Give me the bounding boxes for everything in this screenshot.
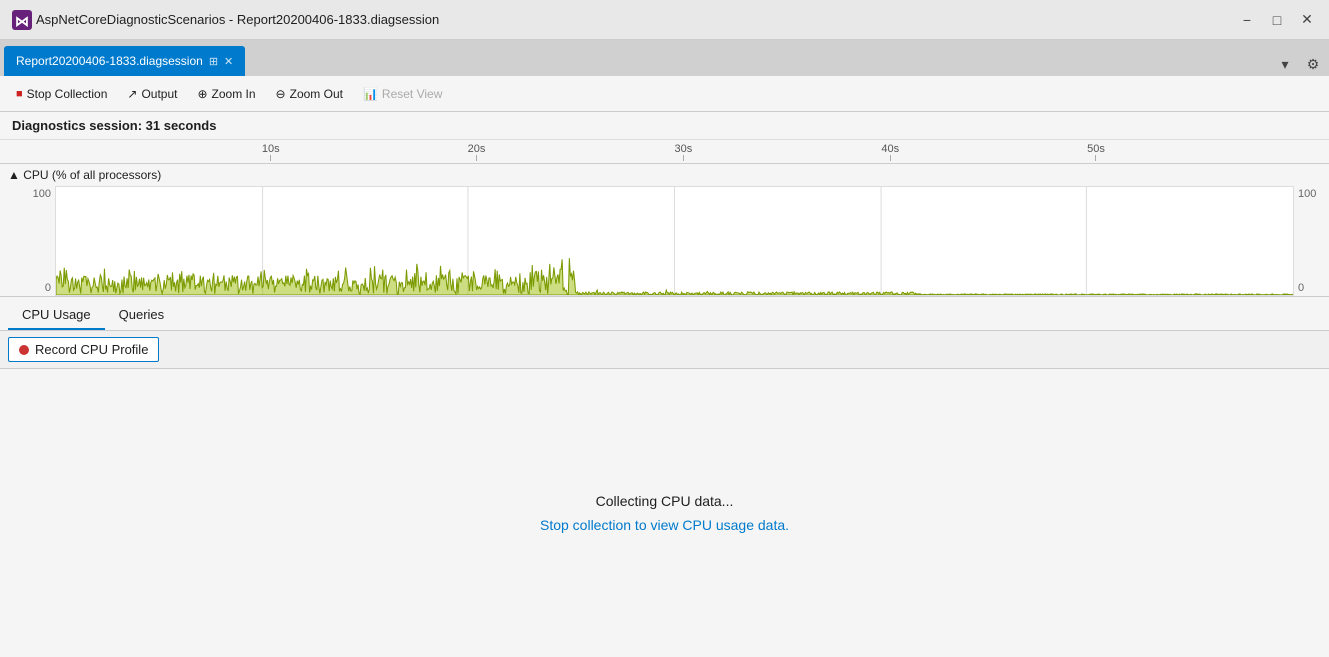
window-controls: − □ ✕ xyxy=(1233,6,1321,34)
zoom-in-icon: ⊕ xyxy=(197,87,207,101)
panel-tabs: CPU Usage Queries xyxy=(0,297,1329,331)
toolbar: ■ Stop Collection ↗ Output ⊕ Zoom In ⊖ Z… xyxy=(0,76,1329,112)
time-tick: 40s xyxy=(881,143,899,161)
record-cpu-profile-button[interactable]: Record CPU Profile xyxy=(8,337,159,362)
title-bar: ⋈ AspNetCoreDiagnosticScenarios - Report… xyxy=(0,0,1329,40)
bottom-panel: CPU Usage Queries Record CPU Profile Col… xyxy=(0,297,1329,657)
time-ruler-inner: 10s 20s 30s 40s 50s xyxy=(55,138,1294,161)
chart-y-max-right: 100 xyxy=(1298,188,1316,200)
time-ruler: 10s 20s 30s 40s 50s xyxy=(0,140,1329,164)
tab-settings-button[interactable]: ⚙ xyxy=(1301,52,1325,76)
panel-toolbar: Record CPU Profile xyxy=(0,331,1329,369)
close-button[interactable]: ✕ xyxy=(1293,6,1321,34)
record-dot-icon xyxy=(19,345,29,355)
reset-view-button[interactable]: 📊 Reset View xyxy=(355,81,450,107)
chart-y-axis-left: 100 0 xyxy=(0,186,55,296)
chart-title: ▲ CPU (% of all processors) xyxy=(8,168,161,182)
tab-close-icon[interactable]: ✕ xyxy=(224,55,233,68)
collecting-text: Collecting CPU data... xyxy=(596,493,734,509)
panel-main: Collecting CPU data... Stop collection t… xyxy=(0,369,1329,657)
zoom-out-label: Zoom Out xyxy=(290,87,343,101)
time-tick: 30s xyxy=(675,143,693,161)
svg-text:⋈: ⋈ xyxy=(15,13,29,29)
zoom-in-button[interactable]: ⊕ Zoom In xyxy=(189,81,263,107)
stop-icon: ■ xyxy=(16,88,23,100)
record-btn-label: Record CPU Profile xyxy=(35,342,148,357)
chart-y-axis-right: 100 0 xyxy=(1294,186,1329,296)
stop-collection-button[interactable]: ■ Stop Collection xyxy=(8,81,115,107)
stop-collection-label: Stop Collection xyxy=(27,87,108,101)
chart-y-max-left: 100 xyxy=(33,188,51,200)
tab-bar-right: ▾ ⚙ xyxy=(1273,52,1329,76)
chart-header: ▲ CPU (% of all processors) xyxy=(0,164,1329,186)
tab-label: Report20200406-1833.diagsession xyxy=(16,54,203,68)
output-icon: ↗ xyxy=(127,87,137,101)
tab-cpu-usage[interactable]: CPU Usage xyxy=(8,301,105,330)
reset-view-label: Reset View xyxy=(382,87,442,101)
chart-plot xyxy=(55,186,1294,296)
reset-view-icon: 📊 xyxy=(363,87,378,101)
vs-logo: ⋈ xyxy=(8,6,36,34)
zoom-in-label: Zoom In xyxy=(212,87,256,101)
diag-session-text: Diagnostics session: 31 seconds xyxy=(12,118,216,133)
zoom-out-icon: ⊖ xyxy=(276,87,286,101)
time-tick: 50s xyxy=(1087,143,1105,161)
chart-container: 100 0 100 0 xyxy=(0,186,1329,296)
chart-y-min-left: 0 xyxy=(45,282,51,294)
time-tick: 10s xyxy=(262,143,280,161)
maximize-button[interactable]: □ xyxy=(1263,6,1291,34)
tab-dropdown-button[interactable]: ▾ xyxy=(1273,52,1297,76)
chart-section: ▲ CPU (% of all processors) 100 0 100 0 xyxy=(0,164,1329,297)
minimize-button[interactable]: − xyxy=(1233,6,1261,34)
diag-header: Diagnostics session: 31 seconds xyxy=(0,112,1329,140)
chart-y-min-right: 0 xyxy=(1298,282,1304,294)
stop-collection-link[interactable]: Stop collection to view CPU usage data. xyxy=(540,517,789,533)
panel-content: Record CPU Profile Collecting CPU data..… xyxy=(0,331,1329,657)
tab-queries[interactable]: Queries xyxy=(105,301,179,330)
output-button[interactable]: ↗ Output xyxy=(119,81,185,107)
output-label: Output xyxy=(141,87,177,101)
window-title: AspNetCoreDiagnosticScenarios - Report20… xyxy=(36,12,1233,27)
time-tick: 20s xyxy=(468,143,486,161)
tab-pin-icon[interactable]: ⊞ xyxy=(209,55,218,68)
main-tab[interactable]: Report20200406-1833.diagsession ⊞ ✕ xyxy=(4,46,245,76)
zoom-out-button[interactable]: ⊖ Zoom Out xyxy=(268,81,351,107)
tab-bar: Report20200406-1833.diagsession ⊞ ✕ ▾ ⚙ xyxy=(0,40,1329,76)
